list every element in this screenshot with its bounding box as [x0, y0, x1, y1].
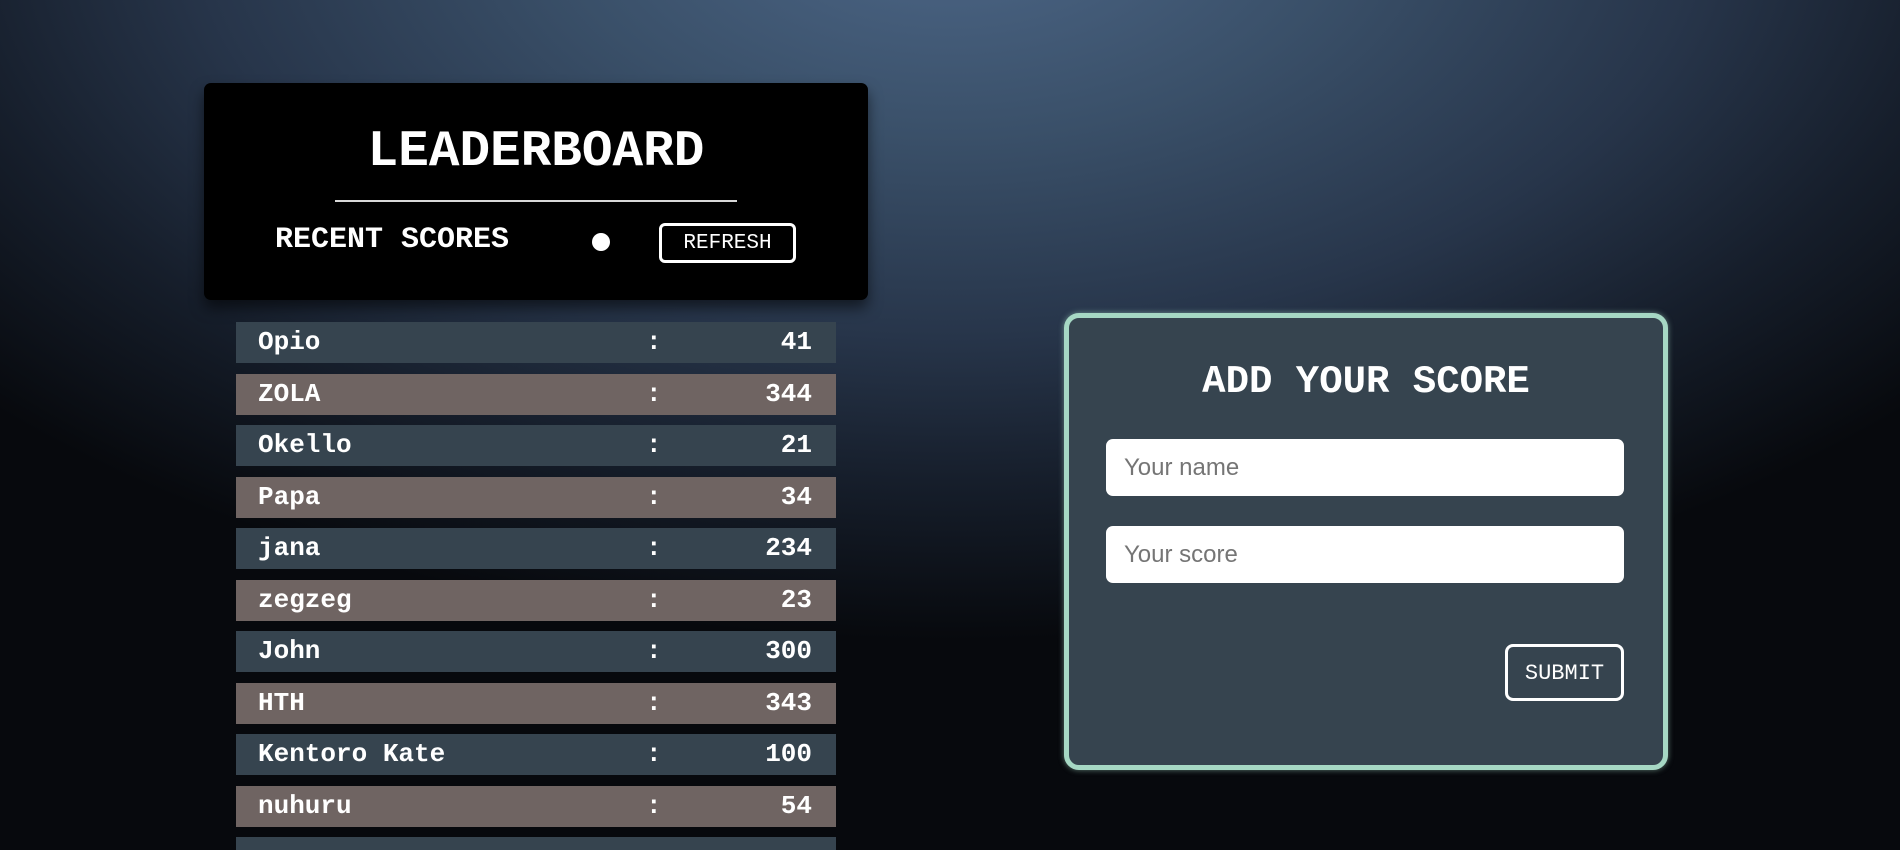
score-separator: :: [646, 430, 662, 460]
score-value: 23: [780, 584, 812, 615]
score-row: nuhuru : 54: [236, 785, 836, 827]
leaderboard-title: LEADERBOARD: [367, 124, 705, 181]
score-row: John : 300: [236, 631, 836, 672]
score-separator: :: [646, 790, 662, 821]
score-input[interactable]: [1106, 526, 1624, 583]
score-name: HTH: [258, 687, 305, 718]
score-value: 54: [780, 790, 812, 821]
score-row: :: [236, 837, 836, 850]
score-separator: :: [646, 533, 662, 563]
score-row: HTH : 343: [236, 682, 836, 724]
score-separator: :: [646, 327, 662, 357]
score-separator: :: [646, 584, 662, 615]
score-name: Opio: [258, 327, 321, 357]
status-dot-icon: [592, 233, 610, 251]
score-name: nuhuru: [258, 790, 352, 821]
score-name: Okello: [258, 430, 352, 460]
score-value: 234: [765, 533, 812, 563]
score-separator: :: [646, 636, 662, 666]
score-value: 344: [765, 378, 812, 409]
name-input[interactable]: [1106, 439, 1624, 496]
leaderboard-header: LEADERBOARD RECENT SCORES REFRESH: [204, 83, 868, 300]
score-value: 34: [780, 481, 812, 512]
score-name: ZOLA: [258, 378, 321, 409]
score-row: Opio : 41: [236, 322, 836, 363]
score-name: John: [258, 636, 321, 666]
score-separator: :: [646, 378, 662, 409]
score-separator: :: [646, 837, 662, 850]
score-row: ZOLA : 344: [236, 373, 836, 415]
score-name: Papa: [258, 481, 321, 512]
score-name: jana: [258, 533, 321, 563]
score-value: 100: [765, 739, 812, 769]
recent-scores-label: RECENT SCORES: [275, 223, 510, 257]
score-value: 21: [780, 430, 812, 460]
title-divider: [335, 200, 737, 202]
score-row: Kentoro Kate : 100: [236, 734, 836, 775]
score-row: Okello : 21: [236, 425, 836, 466]
score-name: Kentoro Kate: [258, 739, 446, 769]
score-row: Papa : 34: [236, 476, 836, 518]
add-score-card: ADD YOUR SCORE SUBMIT: [1064, 313, 1668, 770]
score-value: 343: [765, 687, 812, 718]
refresh-button[interactable]: REFRESH: [659, 223, 796, 263]
score-value: 300: [765, 636, 812, 666]
score-value: 41: [780, 327, 812, 357]
submit-button[interactable]: SUBMIT: [1505, 644, 1624, 701]
score-row: zegzeg : 23: [236, 579, 836, 621]
score-name: zegzeg: [258, 584, 352, 615]
score-separator: :: [646, 481, 662, 512]
score-separator: :: [646, 687, 662, 718]
add-score-title: ADD YOUR SCORE: [1202, 360, 1530, 404]
score-separator: :: [646, 739, 662, 769]
score-row: jana : 234: [236, 528, 836, 569]
